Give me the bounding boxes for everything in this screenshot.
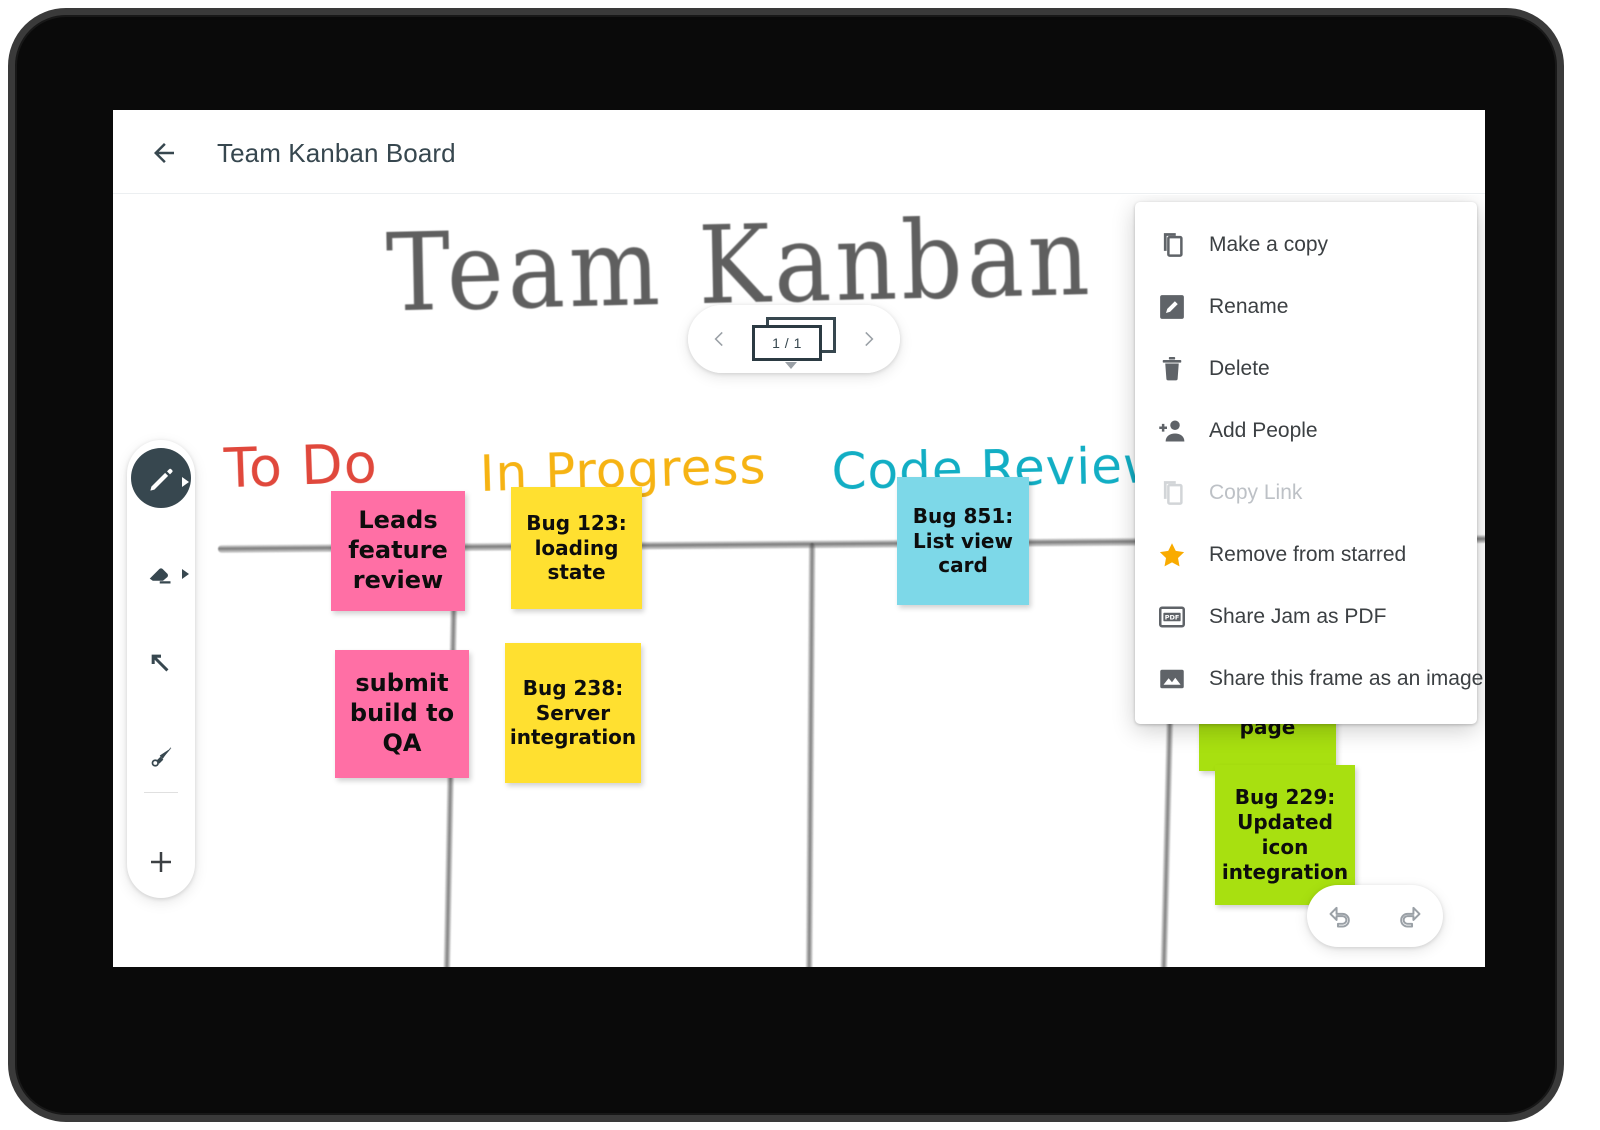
menu-item-rename[interactable]: Rename: [1135, 276, 1477, 338]
tablet-device: Team Kanban Board Team Kanban To Do In P…: [8, 8, 1564, 1122]
page-title: Team Kanban Board: [217, 138, 456, 168]
chevron-right-icon: [865, 331, 874, 347]
pdf-icon: PDF: [1155, 600, 1189, 634]
menu-item-label: Make a copy: [1209, 233, 1329, 256]
menu-item-label: Rename: [1209, 295, 1289, 318]
caret-down-icon[interactable]: [785, 362, 797, 369]
eraser-icon: [146, 557, 176, 592]
whiteboard-canvas[interactable]: Team Kanban To Do In Progress Code Revie…: [113, 195, 1485, 967]
sticky-note[interactable]: Leads feature review: [331, 491, 465, 611]
pen-icon: [146, 465, 176, 500]
svg-text:PDF: PDF: [1165, 613, 1180, 621]
menu-item-copy-link: Copy Link: [1135, 462, 1477, 524]
undo-redo-group: [1307, 885, 1443, 947]
app-screen: Team Kanban Board Team Kanban To Do In P…: [113, 110, 1485, 967]
frame-counter-label: 1 / 1: [752, 325, 822, 361]
menu-item-label: Add People: [1209, 419, 1318, 442]
add-tool[interactable]: [127, 830, 195, 898]
menu-item-label: Remove from starred: [1209, 543, 1407, 566]
tool-rail: [127, 440, 195, 898]
menu-item-label: Share Jam as PDF: [1209, 605, 1387, 628]
undo-button[interactable]: [1321, 896, 1361, 936]
laser-tool[interactable]: [127, 724, 195, 792]
copy-icon: [1155, 228, 1189, 262]
sticky-note[interactable]: Bug 123: loading state: [511, 487, 642, 609]
menu-item-add-people[interactable]: Add People: [1135, 400, 1477, 462]
select-tool[interactable]: [127, 632, 195, 700]
image-icon: [1155, 662, 1189, 696]
sticky-note[interactable]: Bug 229: Updated icon integration: [1215, 765, 1355, 905]
menu-item-delete[interactable]: Delete: [1135, 338, 1477, 400]
sticky-note[interactable]: Bug 238: Server integration: [505, 643, 641, 783]
laser-pointer-icon: [147, 742, 175, 775]
pen-tool[interactable]: [127, 448, 195, 516]
sticky-note[interactable]: Bug 851: List view card: [897, 477, 1029, 605]
column-heading-todo: To Do: [223, 431, 379, 500]
menu-item-label: Delete: [1209, 357, 1270, 380]
eraser-tool[interactable]: [127, 540, 195, 608]
copy-icon: [1155, 476, 1189, 510]
frame-counter[interactable]: 1 / 1: [746, 317, 842, 361]
menu-item-remove-from-starred[interactable]: Remove from starred: [1135, 524, 1477, 586]
menu-item-label: Share this frame as an image: [1209, 667, 1484, 690]
context-menu: Make a copy Rename Delete Add People Cop…: [1135, 202, 1483, 724]
back-arrow-icon: [154, 143, 174, 163]
redo-arrow-icon: [1400, 906, 1421, 928]
menu-item-make-a-copy[interactable]: Make a copy: [1135, 214, 1477, 276]
frame-prev-button[interactable]: [702, 321, 738, 357]
pen-options-caret-icon[interactable]: [182, 477, 189, 487]
sticky-note[interactable]: submit build to QA: [335, 650, 469, 778]
plus-icon: [146, 847, 176, 882]
tool-rail-divider: [144, 792, 178, 793]
app-header: Team Kanban Board: [113, 110, 1485, 194]
trash-icon: [1155, 352, 1189, 386]
add-person-icon: [1155, 414, 1189, 448]
menu-item-label: Copy Link: [1209, 481, 1303, 504]
back-button[interactable]: [143, 132, 185, 174]
redo-button[interactable]: [1389, 896, 1429, 936]
pencil-edit-icon: [1155, 290, 1189, 324]
frame-navigator: 1 / 1: [688, 305, 900, 373]
star-icon: [1155, 538, 1189, 572]
eraser-options-caret-icon[interactable]: [182, 569, 189, 579]
undo-arrow-icon: [1329, 906, 1350, 928]
chevron-left-icon: [714, 331, 723, 347]
select-arrow-icon: [147, 650, 175, 683]
menu-item-share-this-frame-as-an-image[interactable]: Share this frame as an image: [1135, 648, 1483, 710]
board-column-divider-2: [805, 542, 816, 967]
menu-item-share-jam-as-pdf[interactable]: PDF Share Jam as PDF: [1135, 586, 1477, 648]
frame-next-button[interactable]: [850, 321, 886, 357]
